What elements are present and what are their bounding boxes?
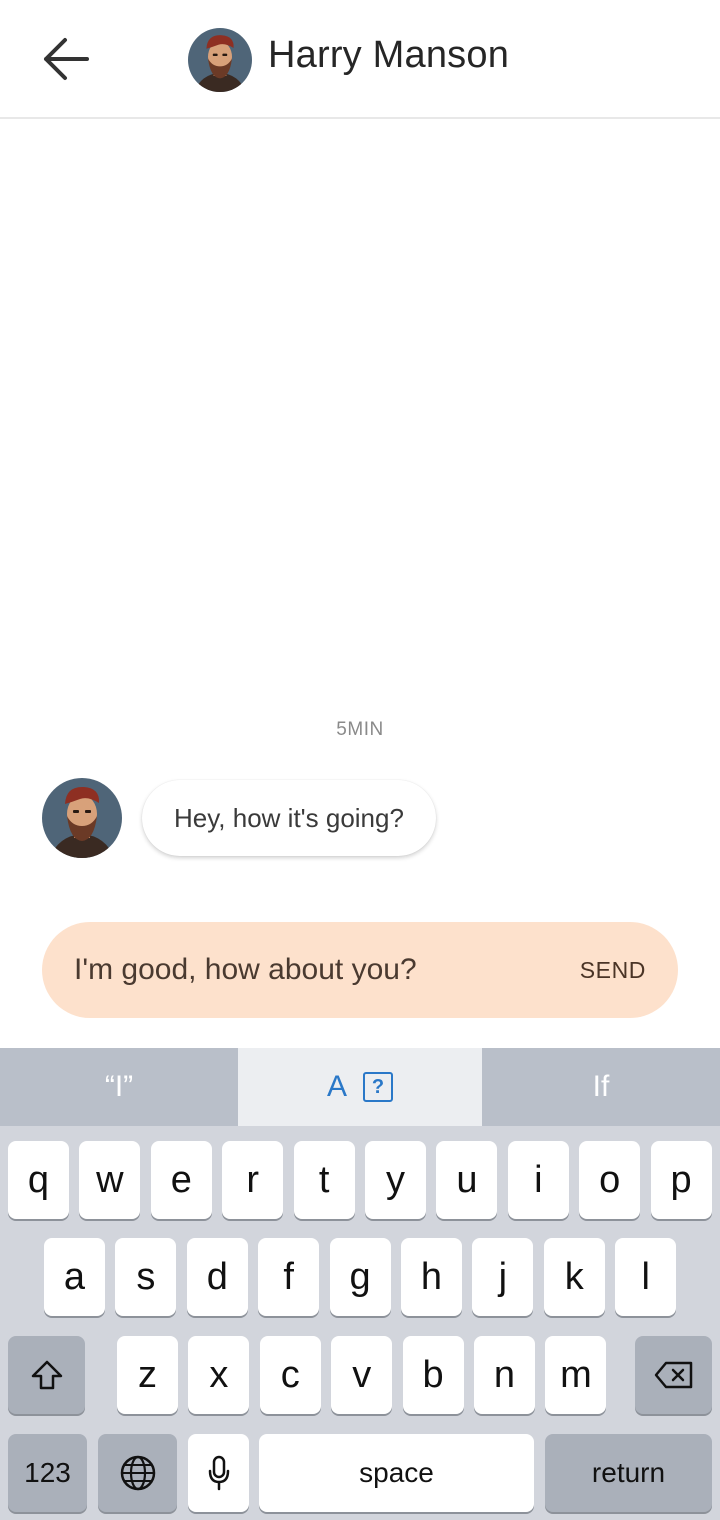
- key-b[interactable]: b: [402, 1336, 464, 1414]
- key-w[interactable]: w: [79, 1141, 141, 1219]
- key-q[interactable]: q: [8, 1141, 69, 1219]
- key-y[interactable]: y: [365, 1141, 426, 1219]
- suggestion-1[interactable]: “I”: [0, 1048, 238, 1126]
- space-key[interactable]: space: [259, 1434, 534, 1512]
- delete-key[interactable]: [635, 1336, 712, 1414]
- message-bubble: Hey, how it's going?: [142, 780, 436, 856]
- sender-avatar[interactable]: [42, 778, 122, 858]
- message-timestamp: 5MIN: [336, 719, 384, 740]
- suggestion-2-label: A: [326, 1070, 347, 1103]
- microphone-icon: [208, 1455, 229, 1491]
- key-i[interactable]: i: [507, 1141, 569, 1219]
- return-key[interactable]: return: [545, 1434, 712, 1512]
- key-n[interactable]: n: [474, 1336, 535, 1414]
- globe-key[interactable]: [98, 1434, 177, 1512]
- onscreen-keyboard: “I” A ? If q w e r t y u i o p a s d f g h j k l z x c v b n m 123…: [0, 1048, 720, 1520]
- shift-arrow-icon: [31, 1360, 62, 1390]
- key-f[interactable]: f: [258, 1238, 320, 1316]
- key-g[interactable]: g: [329, 1238, 391, 1316]
- message-composer: I'm good, how about you? SEND: [42, 922, 678, 1018]
- key-o[interactable]: o: [579, 1141, 641, 1219]
- key-t[interactable]: t: [293, 1141, 355, 1219]
- key-d[interactable]: d: [186, 1238, 248, 1316]
- key-h[interactable]: h: [401, 1238, 462, 1316]
- chat-header: Harry Manson: [0, 0, 720, 119]
- globe-icon: [120, 1455, 155, 1491]
- message-input[interactable]: I'm good, how about you?: [74, 953, 417, 987]
- back-button[interactable]: [30, 30, 100, 88]
- key-p[interactable]: p: [650, 1141, 712, 1219]
- contact-avatar[interactable]: [188, 28, 252, 92]
- microphone-key[interactable]: [188, 1434, 249, 1512]
- contact-name: Harry Manson: [268, 34, 510, 76]
- key-e[interactable]: e: [150, 1141, 212, 1219]
- suggestion-2[interactable]: A ?: [238, 1048, 482, 1126]
- shift-key[interactable]: [8, 1336, 85, 1414]
- key-x[interactable]: x: [188, 1336, 250, 1414]
- key-c[interactable]: c: [259, 1336, 321, 1414]
- key-j[interactable]: j: [472, 1238, 534, 1316]
- key-s[interactable]: s: [115, 1238, 177, 1316]
- key-r[interactable]: r: [222, 1141, 284, 1219]
- suggestion-bar: “I” A ? If: [0, 1048, 720, 1126]
- question-box-icon: ?: [363, 1072, 393, 1102]
- send-button[interactable]: SEND: [580, 957, 646, 984]
- key-u[interactable]: u: [436, 1141, 498, 1219]
- key-a[interactable]: a: [44, 1238, 105, 1316]
- key-z[interactable]: z: [117, 1336, 178, 1414]
- suggestion-3[interactable]: If: [482, 1048, 720, 1126]
- incoming-message: Hey, how it's going?: [42, 778, 436, 858]
- key-k[interactable]: k: [543, 1238, 605, 1316]
- backspace-icon: [654, 1361, 692, 1389]
- key-m[interactable]: m: [545, 1336, 607, 1414]
- arrow-left-icon: [44, 38, 89, 80]
- numbers-key[interactable]: 123: [8, 1434, 87, 1512]
- key-l[interactable]: l: [615, 1238, 677, 1316]
- key-v[interactable]: v: [331, 1336, 393, 1414]
